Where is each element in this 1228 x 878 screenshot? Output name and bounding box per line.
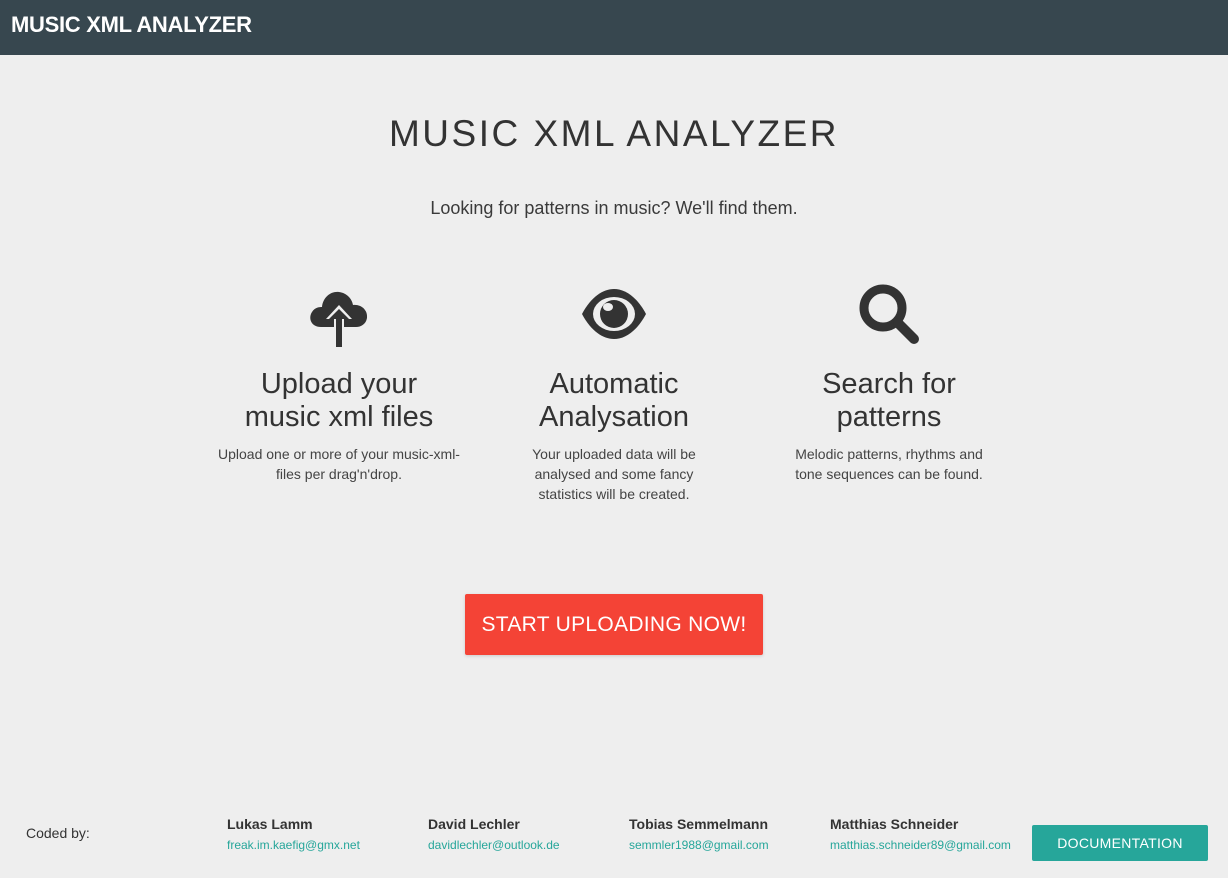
author-email-link[interactable]: freak.im.kaefig@gmx.net	[227, 838, 360, 852]
feature-title: Automatic Analysation	[484, 368, 744, 434]
footer: Coded by: Lukas Lamm freak.im.kaefig@gmx…	[0, 800, 1228, 878]
author-name: David Lechler	[428, 816, 520, 832]
feature-title-line1: Search for	[822, 368, 956, 400]
documentation-button[interactable]: DOCUMENTATION	[1032, 825, 1208, 861]
feature-title: Search for patterns	[759, 368, 1019, 434]
feature-text: Melodic patterns, rhythms and tone seque…	[795, 446, 983, 482]
author-email-link[interactable]: davidlechler@outlook.de	[428, 838, 560, 852]
author-card: Lukas Lamm freak.im.kaefig@gmx.net	[227, 816, 360, 852]
feature-title-line2: patterns	[836, 401, 942, 433]
coded-by-label: Coded by:	[26, 825, 90, 841]
author-card: Matthias Schneider matthias.schneider89@…	[830, 816, 1011, 852]
tagline: Looking for patterns in music? We'll fin…	[430, 198, 798, 218]
eye-icon	[484, 283, 744, 351]
page-title: MUSIC XML ANALYZER	[388, 113, 840, 154]
author-name: Tobias Semmelmann	[629, 816, 769, 832]
start-uploading-button[interactable]: START UPLOADING NOW!	[465, 594, 763, 655]
author-name: Lukas Lamm	[227, 816, 313, 832]
feature-title-line2: Analysation	[539, 401, 689, 433]
feature-text: Upload one or more of your music-xml-fil…	[218, 446, 460, 482]
feature-title-line1: Upload your	[260, 368, 418, 400]
feature-upload: Upload your music xml files Upload one o…	[209, 283, 469, 484]
feature-title-line1: Automatic	[549, 368, 679, 400]
brand-link[interactable]: MUSIC XML ANALYZER	[11, 12, 252, 38]
feature-text: Your uploaded data will be analysed and …	[532, 446, 696, 502]
feature-title-line2: music xml files	[244, 401, 434, 433]
author-email-link[interactable]: matthias.schneider89@gmail.com	[830, 838, 1011, 852]
navbar: MUSIC XML ANALYZER	[0, 0, 1228, 55]
author-name: Matthias Schneider	[830, 816, 959, 832]
author-card: Tobias Semmelmann semmler1988@gmail.com	[629, 816, 769, 852]
cloud-upload-icon	[209, 283, 469, 351]
feature-analysation: Automatic Analysation Your uploaded data…	[484, 283, 744, 504]
author-card: David Lechler davidlechler@outlook.de	[428, 816, 560, 852]
feature-title: Upload your music xml files	[209, 368, 469, 434]
feature-search: Search for patterns Melodic patterns, rh…	[759, 283, 1019, 484]
author-email-link[interactable]: semmler1988@gmail.com	[629, 838, 769, 852]
search-icon	[759, 283, 1019, 351]
